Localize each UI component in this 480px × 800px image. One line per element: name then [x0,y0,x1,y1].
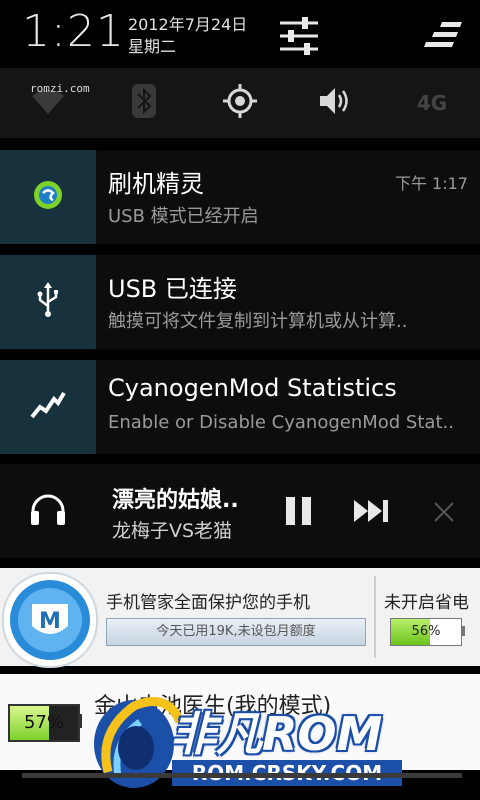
notification-icon-box [0,255,96,349]
crsky-logo-text: 非凡ROM [170,707,383,761]
notification-subtitle: Enable or Disable CyanogenMod Stat.. [108,412,454,433]
gps-icon [222,83,258,123]
gps-toggle[interactable] [192,68,288,138]
battery-tip [461,626,465,636]
power-battery-indicator: 56% [390,618,462,646]
battery-percent: 56% [411,624,441,639]
clear-all-icon[interactable] [420,18,466,54]
sound-toggle[interactable] [288,68,384,138]
settings-sliders-icon[interactable] [276,14,322,58]
notification-cm-stats[interactable]: CyanogenMod Statistics Enable or Disable… [0,360,480,454]
battery-doctor-icon: 57% [8,704,80,742]
notification-subtitle: 触摸可将文件复制到计算机或从计算.. [108,311,408,332]
power-label: 未开启省电 [384,593,469,613]
shuaji-app-icon [33,180,63,214]
sound-icon [318,84,354,122]
divider [374,576,376,658]
bluetooth-toggle[interactable] [96,68,192,138]
drag-handle-bar[interactable] [22,773,462,778]
next-icon [354,500,388,522]
notification-subtitle: USB 模式已经开启 [108,206,259,227]
music-icon-box [0,464,96,558]
notification-usb[interactable]: USB 已连接 触摸可将文件复制到计算机或从计算.. [0,255,480,349]
battery-tip [78,714,82,728]
usage-bar: 今天已用19K,未设包月额度 [106,618,366,646]
crsky-watermark: 非凡ROM ROM.CRSKY.COM [88,692,438,796]
notification-icon-box [0,360,96,454]
usb-icon [35,282,61,322]
notification-title: 刷机精灵 [108,170,204,198]
pause-icon [286,497,311,525]
pause-button[interactable] [282,494,316,532]
notification-time: 下午 1:17 [394,174,468,193]
svg-text:M: M [39,609,61,634]
song-artist: 龙梅子VS老猫 [112,520,233,542]
network-toggle[interactable]: 4G [384,68,480,138]
network-4g-label: 4G [416,91,448,115]
quick-toggles: 4G [0,68,480,138]
notification-icon-box [0,150,96,244]
bluetooth-icon [131,83,157,123]
usage-text: 今天已用19K,未设包月额度 [156,624,316,639]
romzi-watermark: romzi.com [30,82,90,95]
notification-title: CyanogenMod Statistics [108,374,397,402]
close-button[interactable] [432,500,456,528]
close-icon [434,502,454,522]
stats-icon [30,391,66,423]
weekday-text: 星期二 [128,37,177,56]
phone-manager-logo: M [2,572,98,668]
date-block: 2012年7月24日 星期二 [128,14,247,58]
next-track-button[interactable] [352,498,392,528]
headphones-icon [28,491,68,531]
phone-manager-notification[interactable]: M 手机管家全面保护您的手机 今天已用19K,未设包月额度 未开启省电 56% [0,568,480,668]
music-player-notification[interactable]: 漂亮的姑娘.. 龙梅子VS老猫 [0,464,480,558]
song-title: 漂亮的姑娘.. [112,488,239,513]
wifi-toggle[interactable] [0,68,96,138]
notification-shuaji[interactable]: 刷机精灵 USB 模式已经开启 下午 1:17 [0,150,480,244]
clock: 1:21 [22,6,125,57]
battery-doctor-percent: 57% [23,712,64,733]
notification-title: USB 已连接 [108,275,237,303]
date-text: 2012年7月24日 [128,15,248,34]
ad-headline: 手机管家全面保护您的手机 [106,593,310,613]
